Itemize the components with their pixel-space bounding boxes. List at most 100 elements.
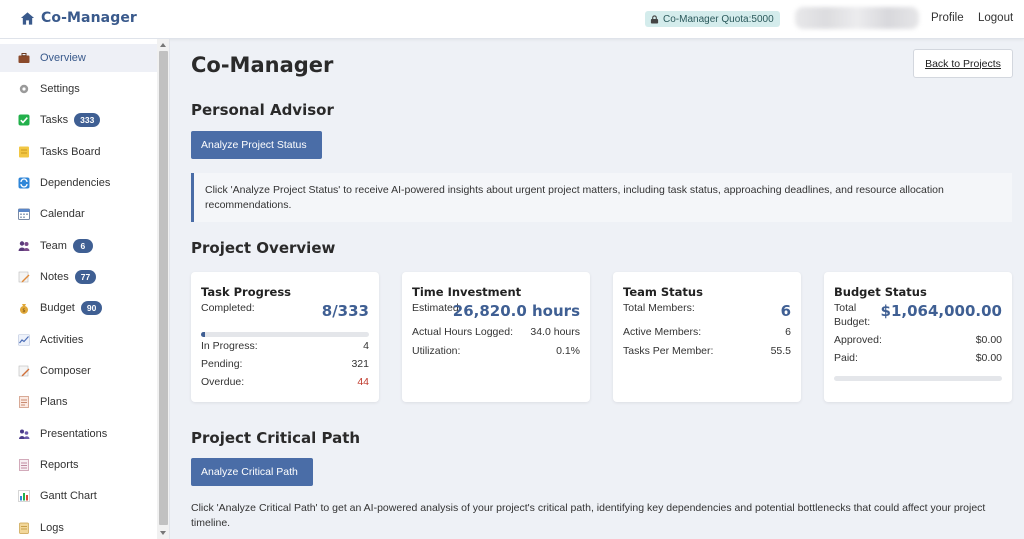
scrollbar-thumb[interactable]: [159, 51, 168, 525]
sidebar-item-reports[interactable]: Reports: [0, 451, 157, 479]
edit-icon: [18, 365, 30, 377]
budget-progress-bar: [834, 376, 1002, 381]
task-progress-card: Task Progress Completed: 8/333 In Progre…: [191, 272, 379, 402]
overdue-value: 44: [357, 376, 369, 388]
sidebar-item-tasks[interactable]: Tasks 333: [0, 106, 157, 134]
gear-icon: [19, 84, 29, 94]
task-progress-bar: [201, 332, 369, 337]
pending-row: Pending: 321: [201, 358, 369, 370]
utilization-value: 0.1%: [556, 345, 580, 357]
arrows-icon: [18, 177, 30, 189]
team-count-badge: 6: [72, 239, 93, 253]
sidebar-item-label: Activities: [40, 334, 84, 346]
tasks-count-badge: 333: [74, 113, 101, 127]
overdue-label: Overdue:: [201, 376, 245, 388]
sidebar-item-budget[interactable]: $ Budget 90: [0, 294, 157, 322]
sidebar-item-label: Settings: [40, 83, 80, 95]
sidebar-item-label: Composer: [40, 365, 91, 377]
sidebar-item-tasks-board[interactable]: Tasks Board: [0, 138, 157, 166]
sidebar-item-settings[interactable]: Settings: [0, 75, 157, 103]
brand-link[interactable]: Co-Manager: [20, 10, 137, 26]
critical-path-info: Click 'Analyze Critical Path' to get an …: [191, 502, 986, 529]
tasks-per-member-label: Tasks Per Member:: [623, 345, 714, 357]
analyze-critical-path-button[interactable]: Analyze Critical Path: [191, 458, 313, 486]
budget-count-badge: 90: [80, 301, 103, 315]
active-members-row: Active Members: 6: [623, 326, 791, 338]
team-status-card: Team Status Total Members: 6 Active Memb…: [613, 272, 801, 402]
total-members-row: Total Members:: [623, 302, 791, 314]
sidebar-item-team[interactable]: Team 6: [0, 232, 157, 260]
calendar-icon: [18, 208, 30, 220]
scroll-up-icon[interactable]: [160, 43, 166, 47]
presenter-icon: [19, 429, 30, 439]
pencil-icon: [18, 271, 30, 283]
sidebar-item-presentations[interactable]: Presentations: [0, 420, 157, 448]
paid-row: Paid: $0.00: [834, 352, 1002, 364]
total-members-label: Total Members:: [623, 302, 695, 314]
sidebar-item-notes[interactable]: Notes 77: [0, 263, 157, 291]
active-members-value: 6: [785, 326, 791, 338]
budget-status-card: Budget Status Total Budget: $1,064,000.0…: [824, 272, 1012, 402]
approved-row: Approved: $0.00: [834, 334, 1002, 346]
sidebar-item-plans[interactable]: Plans: [0, 388, 157, 416]
top-navbar: Co-Manager Co-Manager Quota:5000 Profile…: [0, 0, 1024, 39]
analyze-project-status-button[interactable]: Analyze Project Status: [191, 131, 322, 159]
sidebar-item-calendar[interactable]: Calendar: [0, 200, 157, 228]
critical-path-heading: Project Critical Path: [191, 429, 361, 447]
back-to-projects-button[interactable]: Back to Projects: [913, 49, 1013, 78]
utilization-label: Utilization:: [412, 345, 461, 357]
logout-link[interactable]: Logout: [978, 12, 1013, 24]
people-icon: [18, 241, 30, 251]
sidebar-scrollbar[interactable]: [157, 39, 169, 539]
lock-icon: [650, 14, 659, 24]
task-progress-fill: [201, 332, 206, 337]
briefcase-icon: [18, 53, 30, 63]
advisor-info-box: Click 'Analyze Project Status' to receiv…: [191, 173, 1012, 222]
sidebar-item-label: Plans: [40, 396, 68, 408]
sidebar-item-label: Logs: [40, 522, 64, 534]
sidebar-item-dependencies[interactable]: Dependencies: [0, 169, 157, 197]
sidebar-item-composer[interactable]: Composer: [0, 357, 157, 385]
card-title: Time Investment: [412, 285, 522, 299]
paid-label: Paid:: [834, 352, 858, 364]
utilization-row: Utilization: 0.1%: [412, 345, 580, 357]
user-name-blurred: [795, 7, 919, 29]
bar-chart-icon: [18, 490, 30, 502]
sidebar-item-overview[interactable]: Overview: [0, 44, 157, 72]
time-investment-card: Time Investment Estimated: 26,820.0 hour…: [402, 272, 590, 402]
overdue-row: Overdue: 44: [201, 376, 369, 388]
personal-advisor-heading: Personal Advisor: [191, 101, 334, 119]
sidebar-item-label: Team: [40, 240, 67, 252]
sidebar-item-label: Reports: [40, 459, 79, 471]
sidebar-item-label: Tasks: [40, 114, 69, 126]
moneybag-icon: $: [20, 304, 28, 314]
sidebar-item-label: Dependencies: [40, 177, 111, 189]
logged-label: Actual Hours Logged:: [412, 326, 513, 338]
scroll-down-icon[interactable]: [160, 531, 166, 535]
sidebar-item-label: Budget: [40, 302, 75, 314]
sidebar-item-gantt-chart[interactable]: Gantt Chart: [0, 482, 157, 510]
sidebar-item-label: Calendar: [40, 208, 85, 220]
svg-text:$: $: [22, 308, 25, 314]
tasks-per-member-row: Tasks Per Member: 55.5: [623, 345, 791, 357]
pending-label: Pending:: [201, 358, 243, 370]
document-icon: [19, 396, 29, 408]
card-title: Budget Status: [834, 285, 927, 299]
approved-label: Approved:: [834, 334, 882, 346]
sidebar: Overview Settings Tasks 333 Tasks Board …: [0, 39, 170, 539]
in-progress-row: In Progress: 4: [201, 340, 369, 352]
completed-value: 8/333: [321, 302, 369, 320]
completed-label: Completed:: [201, 302, 255, 314]
tasks-per-member-value: 55.5: [770, 345, 791, 357]
in-progress-label: In Progress:: [201, 340, 258, 352]
main-content: Co-Manager Back to Projects Personal Adv…: [171, 39, 1024, 539]
sidebar-item-activities[interactable]: Activities: [0, 326, 157, 354]
approved-value: $0.00: [975, 334, 1002, 346]
sidebar-item-label: Gantt Chart: [40, 490, 97, 502]
sidebar-item-logs[interactable]: Logs: [0, 514, 157, 539]
active-members-label: Active Members:: [623, 326, 702, 338]
page-title: Co-Manager: [191, 53, 334, 77]
brand-title: Co-Manager: [41, 10, 137, 26]
report-icon: [19, 459, 29, 471]
profile-link[interactable]: Profile: [931, 12, 964, 24]
